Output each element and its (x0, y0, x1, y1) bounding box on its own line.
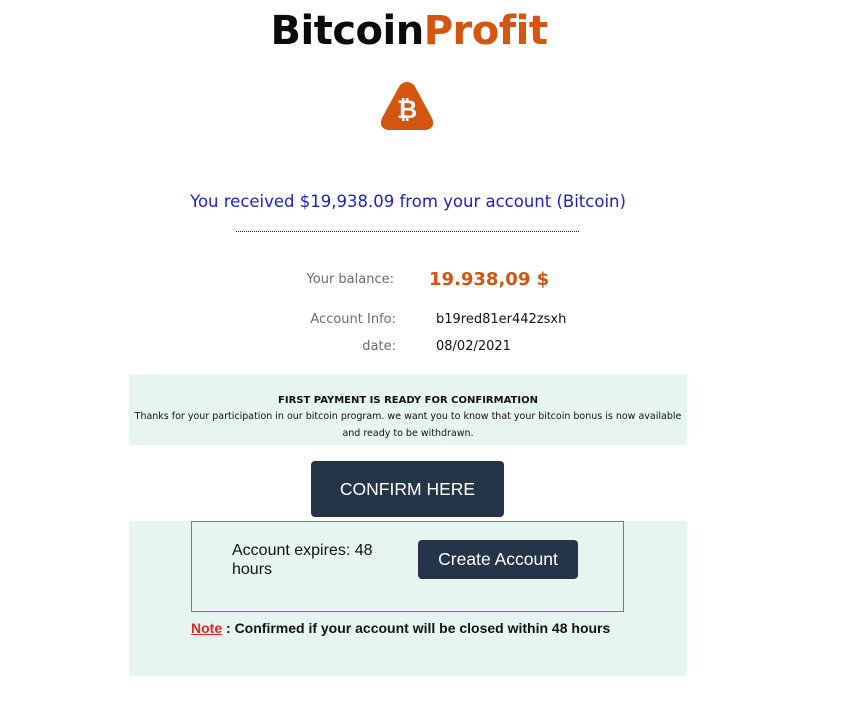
bitcoin-symbol: ₿ (397, 95, 417, 124)
create-account-button[interactable]: Create Account (418, 540, 578, 579)
divider (236, 231, 579, 232)
brand-title: BitcoinProfit (0, 6, 818, 56)
date-value: 08/02/2021 (436, 339, 511, 354)
balance-value: 19.938,09 $ (429, 269, 550, 290)
brand-name-part2: Profit (423, 8, 548, 54)
brand-name-part1: Bitcoin (270, 8, 425, 54)
notice-body: Thanks for your participation in our bit… (134, 411, 682, 439)
payment-notice: FIRST PAYMENT IS READY FOR CONFIRMATION … (129, 374, 687, 445)
received-message: You received $19,938.09 from your accoun… (190, 192, 626, 211)
confirm-button[interactable]: CONFIRM HERE (311, 461, 504, 517)
bitcoin-logo-icon: ₿ (378, 80, 436, 134)
notice-title: FIRST PAYMENT IS READY FOR CONFIRMATION (278, 395, 538, 406)
account-info-label: Account Info: (310, 312, 396, 327)
note-link[interactable]: Note (191, 620, 222, 636)
date-label: date: (362, 339, 396, 354)
balance-label: Your balance: (306, 272, 394, 287)
account-info-value: b19red81er442zsxh (436, 312, 567, 327)
note-line: Note : Confirmed if your account will be… (191, 620, 610, 636)
note-text: : Confirmed if your account will be clos… (222, 620, 611, 636)
expiry-text: Account expires: 48 hours (232, 542, 373, 578)
